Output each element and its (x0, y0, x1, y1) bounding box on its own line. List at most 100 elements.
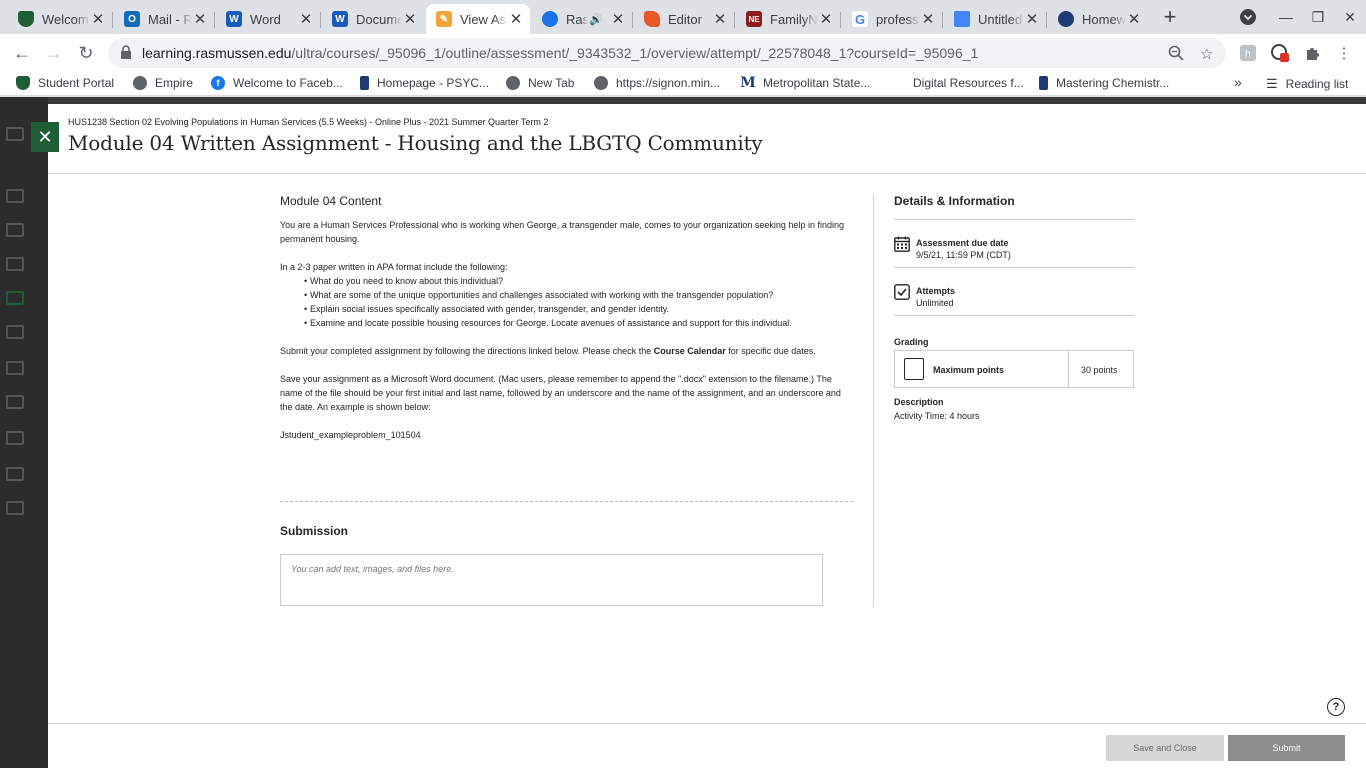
speaker-icon[interactable]: 🔊 (588, 11, 604, 27)
column-divider (873, 194, 874, 607)
close-tab-icon[interactable]: ✕ (920, 11, 936, 28)
close-tab-icon[interactable]: ✕ (192, 11, 208, 28)
bookmark-facebook[interactable]: f Welcome to Faceb... (211, 76, 343, 90)
tab-document[interactable]: W Document ✕ (322, 4, 424, 34)
forward-icon[interactable]: → (40, 39, 68, 67)
tab-professional[interactable]: G professional ✕ (842, 4, 943, 34)
extension-shield-icon[interactable] (1270, 43, 1290, 63)
rasmussen-shield-icon (18, 11, 34, 27)
address-bar[interactable]: learning.rasmussen.edu/ultra/courses/_95… (108, 38, 1226, 68)
bookmark-icon (360, 76, 369, 90)
tab-strip: Welcome ✕ O Mail - R ✕ W Word ✕ W Docume… (0, 0, 1366, 34)
close-tab-icon[interactable]: ✕ (1024, 11, 1040, 28)
bookmark-student-portal[interactable]: Student Portal (16, 76, 114, 90)
docs-icon (954, 11, 970, 27)
nav-icon (6, 501, 24, 515)
tab-untitled[interactable]: Untitled ✕ (944, 4, 1047, 34)
new-tab-icon[interactable]: + (1158, 4, 1182, 29)
nav-icon (6, 189, 24, 203)
pencil-icon: ✎ (436, 11, 452, 27)
lock-icon[interactable] (120, 45, 132, 64)
assignment-content: Module 04 Content You are a Human Servic… (280, 194, 853, 456)
submit-button[interactable]: Submit (1228, 735, 1345, 761)
bookmark-mastering-chemistry[interactable]: Mastering Chemistr... (1039, 76, 1169, 90)
zoom-icon[interactable] (1168, 45, 1184, 65)
m-logo-icon: M (740, 75, 756, 91)
reading-list-icon: ☰ (1266, 76, 1278, 91)
svg-text:h: h (1245, 49, 1251, 60)
back-icon[interactable]: ← (8, 39, 36, 67)
close-tab-icon[interactable]: ✕ (610, 11, 626, 28)
editor-icon (644, 11, 660, 27)
panel-header: HUS1238 Section 02 Evolving Populations … (48, 104, 1366, 174)
nav-icon (6, 257, 24, 271)
help-icon[interactable]: ? (1327, 698, 1345, 716)
minimize-icon[interactable]: — (1274, 5, 1298, 29)
nav-icon (6, 291, 24, 305)
bookmark-metropolitan[interactable]: M Metropolitan State... (740, 75, 870, 91)
details-sidebar: Details & Information Assessment due dat… (894, 194, 1134, 421)
reload-icon[interactable]: ↻ (72, 39, 100, 67)
extensions-puzzle-icon[interactable] (1302, 43, 1322, 63)
tab-word[interactable]: W Word ✕ (216, 4, 321, 34)
tab-mail[interactable]: O Mail - R ✕ (114, 4, 215, 34)
tab-search-icon[interactable] (1236, 5, 1260, 29)
bookmark-star-icon[interactable]: ☆ (1200, 45, 1213, 63)
reading-list[interactable]: ☰ Reading list (1266, 76, 1348, 92)
browser-toolbar: ← → ↻ learning.rasmussen.edu/ultra/cours… (0, 34, 1366, 72)
close-window-icon[interactable]: ✕ (1338, 5, 1362, 29)
attempts-value: Unlimited (916, 298, 954, 308)
max-points-value: 30 points (1081, 365, 1118, 375)
grading-divider (1068, 351, 1069, 387)
course-calendar-link[interactable]: Course Calendar (654, 346, 726, 356)
restore-icon[interactable]: ❐ (1306, 5, 1330, 29)
close-tab-icon[interactable]: ✕ (818, 11, 834, 28)
menu-kebab-icon[interactable]: ⋮ (1334, 43, 1354, 63)
close-tab-icon[interactable]: ✕ (712, 11, 728, 28)
bookmark-signon[interactable]: https://signon.min... (594, 76, 720, 90)
close-panel-button[interactable]: ✕ (31, 122, 59, 152)
bookmarks-overflow-icon[interactable]: » (1234, 74, 1242, 90)
tab-welcome[interactable]: Welcome ✕ (8, 4, 113, 34)
submission-heading: Submission (280, 524, 349, 538)
close-tab-icon[interactable]: ✕ (1126, 11, 1142, 28)
tab-ras[interactable]: Ras 🔊 ✕ (532, 4, 633, 34)
bookmark-new-tab[interactable]: New Tab (506, 76, 574, 90)
description-value: Activity Time: 4 hours (894, 411, 980, 421)
intro-text: You are a Human Services Professional wh… (280, 220, 844, 244)
tab-homework[interactable]: Homework ✕ (1048, 4, 1148, 34)
close-tab-icon[interactable]: ✕ (402, 11, 418, 28)
nav-icon (6, 223, 24, 237)
outlook-icon: O (124, 11, 140, 27)
close-tab-icon[interactable]: ✕ (508, 11, 524, 28)
tab-family[interactable]: NE FamilyNE ✕ (736, 4, 841, 34)
extension-h-icon[interactable]: h (1238, 43, 1258, 63)
submission-placeholder: You can add text, images, and files here… (291, 564, 454, 574)
bookmark-empire[interactable]: Empire (133, 76, 193, 90)
course-name: HUS1238 Section 02 Evolving Populations … (68, 117, 549, 127)
save-and-close-button[interactable]: Save and Close (1106, 735, 1224, 761)
list-item: Explain social issues specifically assoc… (304, 302, 853, 316)
details-heading: Details & Information (894, 194, 1134, 220)
submission-editor[interactable]: You can add text, images, and files here… (280, 554, 823, 606)
nav-icon (6, 127, 24, 141)
word-icon: W (226, 11, 242, 27)
facebook-icon: f (211, 76, 225, 90)
shield-icon (16, 76, 30, 90)
tab-editor[interactable]: Editor ✕ (634, 4, 735, 34)
submit-instructions: Submit your completed assignment by foll… (280, 346, 816, 356)
filename-example: Jstudent_exampleproblem_101504 (280, 430, 421, 440)
requirements-list: What do you need to know about this indi… (280, 274, 853, 330)
assessment-panel: HUS1238 Section 02 Evolving Populations … (48, 104, 1366, 768)
module-heading: Module 04 Content (280, 194, 382, 208)
close-tab-icon[interactable]: ✕ (90, 11, 106, 28)
calendar-icon (894, 236, 910, 252)
url-text[interactable]: learning.rasmussen.edu/ultra/courses/_95… (142, 45, 978, 61)
bookmark-psyc[interactable]: Homepage - PSYC... (360, 76, 489, 90)
background-nav (0, 97, 48, 768)
attempts-row: Attempts Unlimited (894, 268, 1134, 316)
nav-icon (6, 431, 24, 445)
close-tab-icon[interactable]: ✕ (298, 11, 314, 28)
bookmark-digital-resources[interactable]: Digital Resources f... (891, 76, 1024, 90)
tab-view-assessment[interactable]: ✎ View Assessment ✕ (426, 4, 530, 34)
